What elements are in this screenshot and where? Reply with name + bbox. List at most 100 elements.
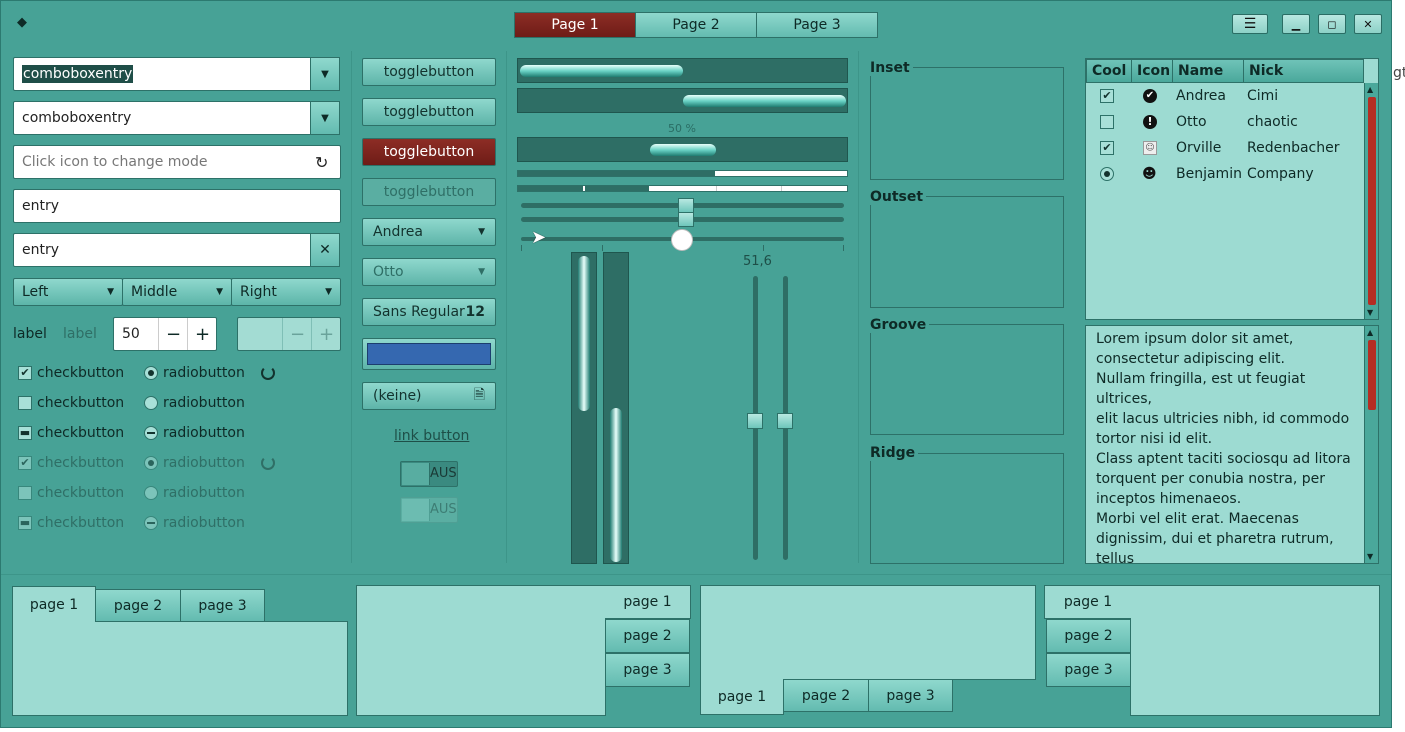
scroll-up-icon[interactable]: ▲ xyxy=(1367,328,1373,337)
chevron-down-icon: ▼ xyxy=(325,287,332,297)
column-header-cool[interactable]: Cool xyxy=(1086,59,1132,83)
column-header-nick[interactable]: Nick xyxy=(1243,59,1364,83)
notebook-right-tab-1[interactable]: page 1 xyxy=(605,585,691,619)
checkbox-checked-disabled: ✔ xyxy=(18,456,32,470)
row-checkbox-checked[interactable]: ✔ xyxy=(1100,141,1114,155)
textview-scrollbar[interactable]: ▲ ▼ xyxy=(1364,326,1378,563)
combo-andrea[interactable]: Andrea ▼ xyxy=(362,218,496,246)
header-tab-page-2[interactable]: Page 2 xyxy=(635,12,757,38)
togglebutton-1[interactable]: togglebutton xyxy=(362,58,496,86)
row-checkbox-checked[interactable]: ✔ xyxy=(1100,89,1114,103)
notebook-bottom-tab-2[interactable]: page 2 xyxy=(783,679,869,712)
chevron-down-icon: ▼ xyxy=(478,227,485,237)
notebook-right-page xyxy=(356,585,606,716)
separator xyxy=(1,574,1391,575)
chevron-down-icon: ▼ xyxy=(107,287,114,297)
scrollbar-thumb[interactable] xyxy=(1368,340,1376,410)
minimize-icon[interactable]: ▁ xyxy=(1282,14,1310,34)
radiobutton-label-disabled: radiobutton xyxy=(163,455,245,471)
header-tab-page-3[interactable]: Page 3 xyxy=(756,12,878,38)
app-menu-icon[interactable]: ◆ xyxy=(17,15,31,30)
segment-left[interactable]: Left ▼ xyxy=(13,278,123,306)
scroll-down-icon[interactable]: ▼ xyxy=(1367,552,1373,561)
notebook-left-tab-1[interactable]: page 1 xyxy=(1044,585,1131,619)
text-view[interactable]: Lorem ipsum dolor sit amet, consectetur a… xyxy=(1085,325,1379,564)
scale-value-label: 51,6 xyxy=(743,254,772,269)
icon-entry[interactable]: Click icon to change mode xyxy=(13,145,341,179)
entry-2[interactable]: entry xyxy=(13,233,313,267)
checkbox-checked[interactable]: ✔ xyxy=(18,366,32,380)
link-button[interactable]: link button xyxy=(394,428,469,444)
notebook-top-tab-3[interactable]: page 3 xyxy=(180,589,265,622)
radio-unselected-disabled xyxy=(144,486,158,500)
togglebutton-active[interactable]: togglebutton xyxy=(362,138,496,166)
segment-right[interactable]: Right ▼ xyxy=(231,278,341,306)
clear-icon[interactable]: ✕ xyxy=(310,233,340,267)
notebook-top-tab-2[interactable]: page 2 xyxy=(95,589,181,622)
spin-plus-button[interactable]: + xyxy=(187,318,217,350)
scroll-up-icon[interactable]: ▲ xyxy=(1367,85,1373,94)
scale-handle[interactable] xyxy=(747,413,763,429)
close-icon[interactable]: ✕ xyxy=(1354,14,1382,34)
combo-otto[interactable]: Otto ▼ xyxy=(362,258,496,286)
checkbox-inconsistent-disabled: ▬ xyxy=(18,516,32,530)
color-button[interactable] xyxy=(362,338,496,370)
checkbutton-label-disabled: checkbutton xyxy=(37,455,125,471)
chevron-down-icon: ▼ xyxy=(216,287,223,297)
radio-inconsistent[interactable] xyxy=(144,426,158,440)
notebook-left-tab-2[interactable]: page 2 xyxy=(1046,619,1131,653)
row-radio-selected[interactable] xyxy=(1100,167,1114,181)
scale-handle[interactable] xyxy=(678,212,694,227)
chevron-down-icon: ▼ xyxy=(478,267,485,277)
scale-handle-round[interactable] xyxy=(671,229,693,251)
radio-selected[interactable] xyxy=(144,366,158,380)
text-line: tortor nisi id elit. xyxy=(1096,431,1213,447)
hamburger-icon[interactable]: ☰ xyxy=(1232,14,1268,34)
chevron-down-icon[interactable]: ▼ xyxy=(310,101,340,135)
scale-handle[interactable] xyxy=(678,198,694,213)
togglebutton-2[interactable]: togglebutton xyxy=(362,98,496,126)
notebook-right-tab-2[interactable]: page 2 xyxy=(605,619,690,653)
person-icon: ☻ xyxy=(1142,166,1157,182)
row-nick: chaotic xyxy=(1247,114,1298,130)
color-swatch xyxy=(367,343,491,365)
column-header-icon[interactable]: Icon xyxy=(1131,59,1173,83)
notebook-bottom-tab-1[interactable]: page 1 xyxy=(700,679,784,715)
header-tab-page-1[interactable]: Page 1 xyxy=(514,12,636,38)
chevron-down-icon[interactable]: ▼ xyxy=(310,57,340,91)
refresh-icon[interactable]: ↻ xyxy=(315,153,328,172)
tree-scrollbar[interactable]: ▲ ▼ xyxy=(1364,83,1378,319)
notebook-right-tab-3[interactable]: page 3 xyxy=(605,653,690,687)
checkbox-inconsistent[interactable]: ▬ xyxy=(18,426,32,440)
check-circle-icon: ✔ xyxy=(1143,89,1157,103)
font-button[interactable]: Sans Regular 12 xyxy=(362,298,496,326)
notebook-bottom-tab-3[interactable]: page 3 xyxy=(868,679,953,712)
entry-1[interactable]: entry xyxy=(13,189,341,223)
spin-minus-button[interactable]: − xyxy=(158,318,188,350)
radio-unselected[interactable] xyxy=(144,396,158,410)
notebook-top-tab-1[interactable]: page 1 xyxy=(12,586,96,622)
switch-off[interactable]: AUS xyxy=(400,461,458,487)
scrollbar-thumb[interactable] xyxy=(1368,97,1376,305)
radiobutton-label: radiobutton xyxy=(163,365,245,381)
scale-handle[interactable] xyxy=(777,413,793,429)
text-line: Morbi vel elit erat. Maecenas xyxy=(1096,511,1299,527)
maximize-icon[interactable]: ◻ xyxy=(1318,14,1346,34)
text-line: Nullam fringilla, est ut feugiat ultrice… xyxy=(1096,371,1306,407)
switch-off-disabled: AUS xyxy=(400,497,458,523)
combobox-entry-1[interactable]: comboboxentry xyxy=(13,57,313,91)
text-line: dignissim, dui et pharetra rutrum, tellu… xyxy=(1096,531,1334,564)
combobox-entry-2[interactable]: comboboxentry xyxy=(13,101,313,135)
row-checkbox-unchecked[interactable] xyxy=(1100,115,1114,129)
notebook-top-page xyxy=(12,621,348,716)
notebook-left-tab-3[interactable]: page 3 xyxy=(1046,653,1131,687)
checkbox-unchecked[interactable] xyxy=(18,396,32,410)
file-chooser-button[interactable]: (keine) 🗎 xyxy=(362,382,496,410)
text-line: torquent per conubia nostra, per xyxy=(1096,471,1325,487)
column-header-name[interactable]: Name xyxy=(1172,59,1244,83)
mouse-cursor-icon: ➤ xyxy=(531,227,547,248)
segment-middle[interactable]: Middle ▼ xyxy=(122,278,232,306)
frame-ridge xyxy=(870,453,1064,564)
offscreen-label: gtl xyxy=(1393,65,1405,81)
scroll-down-icon[interactable]: ▼ xyxy=(1367,308,1373,317)
